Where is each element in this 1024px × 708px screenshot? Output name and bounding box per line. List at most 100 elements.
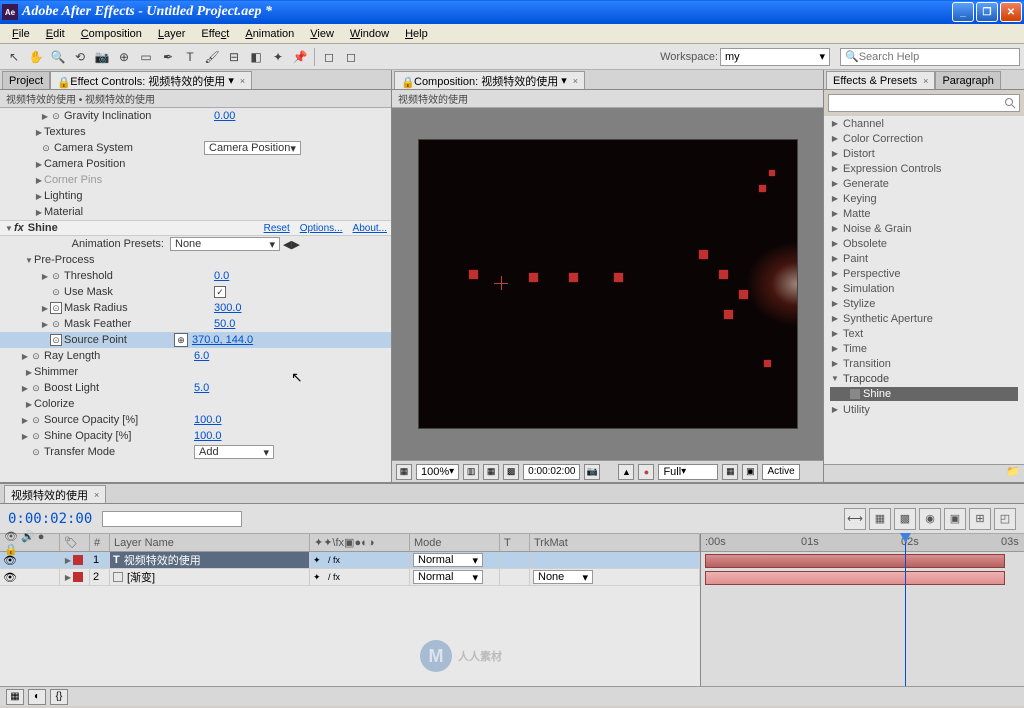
ep-obsolete[interactable]: ▶Obsolete — [824, 236, 1024, 251]
tl-icon-2[interactable]: ▦ — [869, 508, 891, 530]
tl-right[interactable]: :00s 01s 02s 03s — [700, 534, 1024, 686]
tl-icon-6[interactable]: ⊞ — [969, 508, 991, 530]
tl-ruler[interactable]: :00s 01s 02s 03s — [701, 534, 1024, 552]
prop-source-opacity[interactable]: ▶⊙Source Opacity [%]100.0 — [0, 412, 391, 428]
search-help-input[interactable] — [859, 51, 1015, 63]
tl-icon-5[interactable]: ▣ — [944, 508, 966, 530]
tl-icon-3[interactable]: ▩ — [894, 508, 916, 530]
toolopt-2[interactable]: ◻ — [341, 47, 361, 67]
search-help[interactable]: 🔍 — [840, 48, 1020, 66]
toggle-switches-icon[interactable]: ▦ — [6, 689, 24, 705]
col-mode[interactable]: Mode — [410, 534, 500, 551]
col-label[interactable]: 🏷 — [60, 534, 90, 551]
layer-1[interactable]: 👁 ▶ 1 T视频特效的使用 ✦ / fx Normal▾ — [0, 552, 700, 569]
snapshot-icon[interactable]: 📷 — [584, 464, 600, 480]
effect-shine-header[interactable]: ▼ fx Shine Reset Options... About... — [0, 220, 391, 236]
toggle-brackets-icon[interactable]: {} — [50, 689, 68, 705]
grid-icon[interactable]: ▦ — [722, 464, 738, 480]
ep-simulation[interactable]: ▶Simulation — [824, 281, 1024, 296]
toggle-modes-icon[interactable]: ◐ — [28, 689, 46, 705]
menu-view[interactable]: View — [302, 26, 342, 42]
current-time-indicator[interactable] — [905, 534, 906, 686]
prop-presets[interactable]: Animation Presets:None▾◀▶ — [0, 236, 391, 252]
ep-utility[interactable]: ▶Utility — [824, 402, 1024, 417]
prop-source-point[interactable]: ⊙Source Point⊕370.0, 144.0 — [0, 332, 391, 348]
next-icon[interactable]: ▶ — [291, 238, 299, 251]
ep-paint[interactable]: ▶Paint — [824, 251, 1024, 266]
close-tab-icon[interactable]: × — [240, 76, 245, 86]
label-color[interactable] — [73, 555, 83, 565]
group-corner-pins[interactable]: ▶Corner Pins — [0, 172, 391, 188]
ep-transition[interactable]: ▶Transition — [824, 356, 1024, 371]
col-layer-name[interactable]: Layer Name — [110, 534, 310, 551]
group-lighting[interactable]: ▶Lighting — [0, 188, 391, 204]
group-material[interactable]: ▶Material — [0, 204, 391, 220]
options-link[interactable]: Options... — [300, 223, 343, 234]
ep-trapcode[interactable]: ▼Trapcode — [824, 371, 1024, 386]
tab-project[interactable]: Project — [2, 71, 50, 89]
prop-boost-light[interactable]: ▶⊙Boost Light5.0 — [0, 380, 391, 396]
roto-tool[interactable]: ✦ — [268, 47, 288, 67]
close-tab-icon[interactable]: × — [923, 76, 928, 86]
close-tab-icon[interactable]: × — [94, 490, 99, 500]
tl-icon-7[interactable]: ◰ — [994, 508, 1016, 530]
ep-channel[interactable]: ▶Channel — [824, 116, 1024, 131]
col-av[interactable]: 👁 🔊 ● 🔒 — [0, 534, 60, 551]
panbehind-tool[interactable]: ⊕ — [114, 47, 134, 67]
ep-synthetic-aperture[interactable]: ▶Synthetic Aperture — [824, 311, 1024, 326]
prop-use-mask[interactable]: ⊙Use Mask✓ — [0, 284, 391, 300]
prop-gravity[interactable]: ▶⊙Gravity Inclination0.00 — [0, 108, 391, 124]
ep-list[interactable]: ▶Channel ▶Color Correction ▶Distort ▶Exp… — [824, 116, 1024, 464]
current-time[interactable]: 0:00:02:00 — [8, 511, 92, 527]
checkbox-checked[interactable]: ✓ — [214, 286, 226, 298]
layer-bar-1[interactable] — [705, 554, 1005, 568]
selection-tool[interactable]: ↖ — [4, 47, 24, 67]
folder-icon[interactable]: 📁 — [1006, 465, 1020, 482]
menu-file[interactable]: File — [4, 26, 38, 42]
menu-window[interactable]: Window — [342, 26, 397, 42]
ep-generate[interactable]: ▶Generate — [824, 176, 1024, 191]
label-color[interactable] — [73, 572, 83, 582]
pen-tool[interactable]: ✒ — [158, 47, 178, 67]
col-num[interactable]: # — [90, 534, 110, 551]
menu-help[interactable]: Help — [397, 26, 436, 42]
twirl-icon[interactable]: ▶ — [40, 112, 50, 121]
group-colorize[interactable]: ▶Colorize — [0, 396, 391, 412]
prop-ray-length[interactable]: ▶⊙Ray Length6.0 — [0, 348, 391, 364]
eye-icon[interactable]: 👁 — [3, 571, 17, 584]
3d-icon[interactable]: ▣ — [742, 464, 758, 480]
prop-camera-system[interactable]: ⊙Camera SystemCamera Position▾ — [0, 140, 391, 156]
ep-stylize[interactable]: ▶Stylize — [824, 296, 1024, 311]
ep-color-correction[interactable]: ▶Color Correction — [824, 131, 1024, 146]
prop-transfer-mode[interactable]: ⊙Transfer ModeAdd▾ — [0, 444, 391, 460]
brush-tool[interactable]: 🖌 — [202, 47, 222, 67]
type-tool[interactable]: T — [180, 47, 200, 67]
close-button[interactable]: ✕ — [1000, 2, 1022, 22]
menu-animation[interactable]: Animation — [237, 26, 302, 42]
prop-shine-opacity[interactable]: ▶⊙Shine Opacity [%]100.0 — [0, 428, 391, 444]
col-trkmat[interactable]: TrkMat — [530, 534, 700, 551]
tl-icon-4[interactable]: ◉ — [919, 508, 941, 530]
alpha-icon[interactable]: ▲ — [618, 464, 634, 480]
ep-text[interactable]: ▶Text — [824, 326, 1024, 341]
hand-tool[interactable]: ✋ — [26, 47, 46, 67]
minimize-button[interactable]: _ — [952, 2, 974, 22]
menu-effect[interactable]: Effect — [193, 26, 237, 42]
view-dropdown[interactable]: Active — [762, 464, 799, 480]
prev-icon[interactable]: ◀ — [283, 238, 291, 251]
menu-composition[interactable]: Composition — [73, 26, 150, 42]
ep-search-input[interactable] — [828, 94, 1020, 112]
ep-expression-controls[interactable]: ▶Expression Controls — [824, 161, 1024, 176]
camera-tool[interactable]: 📷 — [92, 47, 112, 67]
ep-shine[interactable]: Shine — [830, 387, 1018, 401]
tab-paragraph[interactable]: Paragraph — [935, 71, 1000, 89]
region-icon[interactable]: ▦ — [396, 464, 412, 480]
clone-tool[interactable]: ⊟ — [224, 47, 244, 67]
eye-icon[interactable]: 👁 — [3, 554, 17, 567]
color-icon[interactable]: ● — [638, 464, 654, 480]
resolution-dropdown[interactable]: Full ▾ — [658, 464, 718, 480]
tab-composition[interactable]: 🔒 Composition: 视频特效的使用 ▾ × — [394, 71, 585, 89]
zoom-tool[interactable]: 🔍 — [48, 47, 68, 67]
guides-icon[interactable]: ▦ — [483, 464, 499, 480]
layer-2[interactable]: 👁 ▶ 2 [渐变] ✦ / fx Normal▾ None▾ — [0, 569, 700, 586]
